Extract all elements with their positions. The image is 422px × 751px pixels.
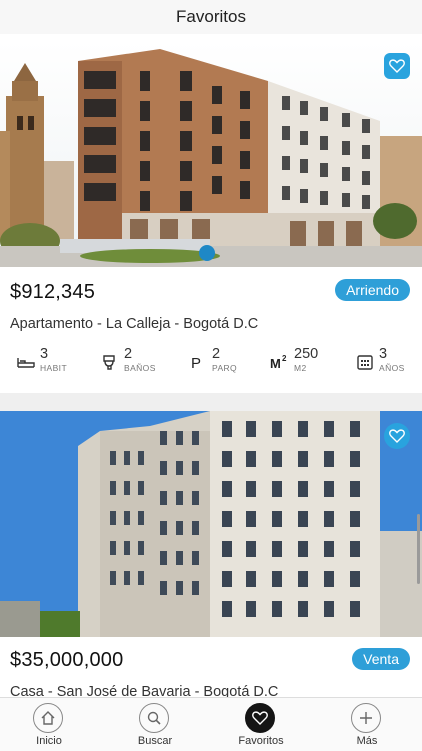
listing-type-badge: Arriendo: [335, 279, 410, 301]
listing-title[interactable]: Apartamento - La Calleja - Bogotá D.C: [10, 316, 258, 332]
listing-card[interactable]: $35,000,000 Venta Casa - San José de Bav…: [0, 411, 422, 697]
tab-label: Favoritos: [238, 735, 284, 747]
nav-header: Favoritos: [0, 0, 422, 34]
toilet-icon: [103, 355, 115, 370]
listing-specs: 3 HABIT 2 BAÑOS P 2 PARQ M 2 250 M2 3 AÑ…: [0, 346, 422, 380]
tab-label: Más: [356, 735, 378, 747]
svg-text:M: M: [270, 356, 281, 371]
spec-value: 250: [294, 346, 319, 362]
area-icon: M 2: [270, 354, 287, 371]
search-icon: [139, 703, 169, 733]
spec-label: M2: [294, 363, 307, 373]
property-photo[interactable]: [0, 411, 422, 637]
tab-inicio[interactable]: Inicio: [9, 698, 89, 751]
spec-label: BAÑOS: [124, 363, 156, 373]
listing-title[interactable]: Casa - San José de Bavaria - Bogotá D.C: [10, 684, 278, 697]
favorite-button[interactable]: [384, 423, 410, 449]
heart-icon: [389, 59, 405, 73]
tab-favoritos[interactable]: Favoritos: [221, 698, 301, 751]
spec-value: 2: [124, 346, 133, 362]
spec-label: AÑOS: [379, 363, 405, 373]
spec-label: PARQ: [212, 363, 238, 373]
spec-value: 3: [379, 346, 388, 362]
listing-price: $912,345: [10, 281, 96, 303]
tab-label: Inicio: [36, 735, 62, 747]
spec-value: 2: [212, 346, 221, 362]
heart-icon: [389, 429, 405, 443]
tab-label: Buscar: [137, 735, 173, 747]
calendar-icon: [357, 355, 373, 370]
scroll-indicator[interactable]: [417, 514, 420, 584]
property-photo[interactable]: [0, 41, 422, 267]
bed-icon: [17, 358, 35, 368]
svg-text:2: 2: [282, 354, 287, 363]
tab-mas[interactable]: Más: [327, 698, 407, 751]
favorite-button[interactable]: [384, 53, 410, 79]
home-icon: [33, 703, 63, 733]
heart-icon: [245, 703, 275, 733]
listing-card[interactable]: $912,345 Arriendo Apartamento - La Calle…: [0, 41, 422, 412]
spec-label: HABIT: [40, 363, 68, 373]
tab-buscar[interactable]: Buscar: [115, 698, 195, 751]
card-separator: [0, 393, 422, 411]
plus-icon: [351, 703, 381, 733]
spec-value: 3: [40, 346, 49, 362]
parking-icon: P: [191, 355, 201, 372]
listing-type-badge: Venta: [352, 648, 410, 670]
svg-text:P: P: [191, 355, 201, 372]
listing-price: $35,000,000: [10, 649, 124, 671]
page-title: Favoritos: [176, 7, 246, 26]
tab-bar: Inicio Buscar Favoritos Más: [0, 697, 422, 751]
